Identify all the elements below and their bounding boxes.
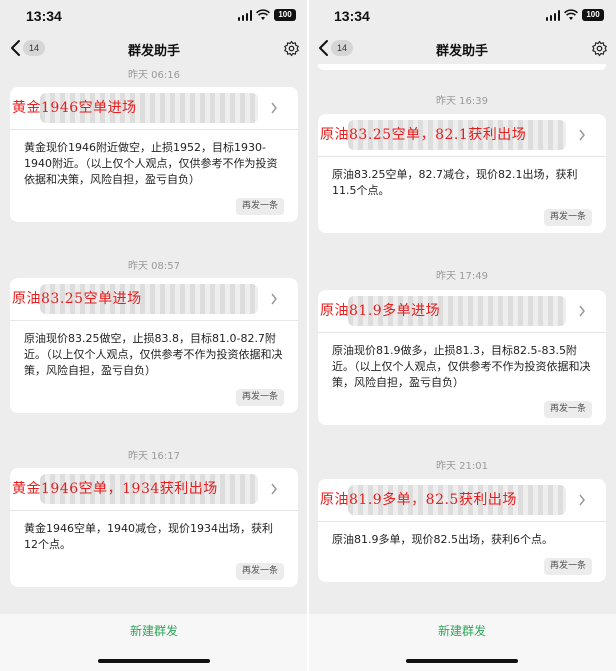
message-card-header: 黄金1946空单进场 — [10, 87, 298, 130]
page-title: 群发助手 — [435, 44, 488, 59]
message-card-header: 原油83.25空单，82.1获利出场 — [318, 114, 606, 157]
chevron-right-icon[interactable] — [270, 292, 278, 306]
status-time: 13:34 — [26, 8, 62, 24]
overlay-annotation: 原油83.25空单进场 — [12, 291, 142, 307]
overlay-annotation: 原油81.9多单，82.5获利出场 — [320, 492, 517, 508]
status-time: 13:34 — [334, 8, 370, 24]
new-group-button[interactable]: 新建群发 — [308, 622, 616, 639]
home-indicator — [406, 659, 518, 663]
left-screen: 13:34 100 14 群发助手 昨天 06:16 黄金1946空单进场 黄金… — [0, 0, 308, 671]
message-card[interactable]: 黄金1946空单进场 黄金现价1946附近做空，止损1952，目标1930-19… — [10, 87, 298, 222]
timestamp: 昨天 17:49 — [436, 271, 488, 282]
wifi-icon — [564, 9, 578, 20]
nav-bar: 14 群发助手 — [0, 32, 308, 64]
timestamp: 昨天 16:39 — [436, 96, 488, 107]
message-card-header: 原油83.25空单进场 — [10, 278, 298, 321]
page-title: 群发助手 — [127, 44, 180, 59]
chevron-right-icon[interactable] — [578, 493, 586, 507]
battery-icon: 100 — [582, 9, 604, 21]
chevron-right-icon[interactable] — [578, 304, 586, 318]
bottom-bar: 新建群发 — [308, 614, 616, 671]
timestamp: 昨天 06:16 — [128, 70, 180, 81]
overlay-annotation: 原油83.25空单，82.1获利出场 — [320, 127, 527, 143]
message-card[interactable]: 原油83.25空单，82.1获利出场 原油83.25空单，82.7减仓，现价82… — [318, 114, 606, 233]
message-text: 黄金1946空单，1940减仓，现价1934出场，获利12个点。 — [24, 522, 273, 551]
message-card-partial — [318, 64, 606, 70]
bottom-bar: 新建群发 — [0, 614, 308, 671]
status-bar: 13:34 100 — [308, 0, 616, 32]
overlay-annotation: 黄金1946空单，1934获利出场 — [12, 481, 218, 497]
chevron-right-icon[interactable] — [270, 482, 278, 496]
message-text: 原油现价81.9做多，止损81.3，目标82.5-83.5附近。（以上仅个人观点… — [332, 344, 591, 389]
status-bar: 13:34 100 — [0, 0, 308, 32]
new-group-button[interactable]: 新建群发 — [0, 622, 308, 639]
chevron-right-icon[interactable] — [578, 128, 586, 142]
timestamp: 昨天 08:57 — [128, 261, 180, 272]
pane-divider — [307, 0, 309, 671]
message-card[interactable]: 原油81.9多单，82.5获利出场 原油81.9多单，现价82.5出场，获利6个… — [318, 479, 606, 582]
message-card-header: 黄金1946空单，1934获利出场 — [10, 468, 298, 511]
resend-button[interactable]: 再发一条 — [235, 563, 284, 580]
signal-icon — [238, 10, 252, 21]
resend-button[interactable]: 再发一条 — [235, 198, 284, 215]
timestamp: 昨天 16:17 — [128, 451, 180, 462]
message-card[interactable]: 原油81.9多单进场 原油现价81.9做多，止损81.3，目标82.5-83.5… — [318, 290, 606, 425]
right-screen: 13:34 100 14 群发助手 昨天 16:39 原油83.25空单，82.… — [308, 0, 616, 671]
message-card-header: 原油81.9多单，82.5获利出场 — [318, 479, 606, 522]
wifi-icon — [256, 9, 270, 20]
home-indicator — [98, 659, 210, 663]
signal-icon — [546, 10, 560, 21]
timestamp: 昨天 21:01 — [436, 461, 488, 472]
message-card-header: 原油81.9多单进场 — [318, 290, 606, 333]
message-card[interactable]: 原油83.25空单进场 原油现价83.25做空，止损83.8，目标81.0-82… — [10, 278, 298, 413]
resend-button[interactable]: 再发一条 — [543, 558, 592, 575]
resend-button[interactable]: 再发一条 — [543, 401, 592, 418]
message-list: 昨天 06:16 黄金1946空单进场 黄金现价1946附近做空，止损1952，… — [0, 64, 308, 614]
chevron-right-icon[interactable] — [270, 101, 278, 115]
message-list: 昨天 16:39 原油83.25空单，82.1获利出场 原油83.25空单，82… — [308, 64, 616, 614]
message-text: 原油83.25空单，82.7减仓，现价82.1出场，获利11.5个点。 — [332, 168, 578, 197]
message-text: 原油81.9多单，现价82.5出场，获利6个点。 — [332, 533, 553, 546]
resend-button[interactable]: 再发一条 — [235, 389, 284, 406]
gear-icon[interactable] — [283, 40, 300, 57]
resend-button[interactable]: 再发一条 — [543, 209, 592, 226]
gear-icon[interactable] — [591, 40, 608, 57]
message-card[interactable]: 黄金1946空单，1934获利出场 黄金1946空单，1940减仓，现价1934… — [10, 468, 298, 587]
battery-icon: 100 — [274, 9, 296, 21]
overlay-annotation: 黄金1946空单进场 — [12, 100, 137, 116]
overlay-annotation: 原油81.9多单进场 — [320, 303, 441, 319]
nav-bar: 14 群发助手 — [308, 32, 616, 64]
message-text: 原油现价83.25做空，止损83.8，目标81.0-82.7附近。（以上仅个人观… — [24, 332, 283, 377]
message-text: 黄金现价1946附近做空，止损1952，目标1930-1940附近。（以上仅个人… — [24, 141, 278, 186]
